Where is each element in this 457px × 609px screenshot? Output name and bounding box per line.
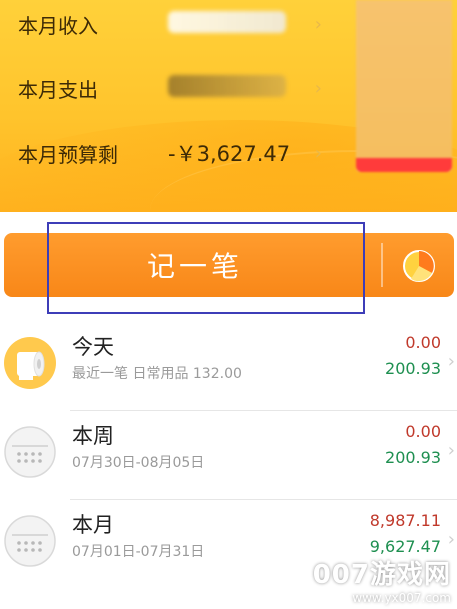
calendar-icon (4, 426, 56, 478)
list-item-week[interactable]: 本周 07月30日-08月05日 0.00 200.93 › (0, 412, 457, 500)
budget-value: -￥3,627.47 (168, 142, 291, 166)
period-subtitle: 最近一笔 日常用品 132.00 (72, 366, 242, 382)
budget-progress-fill (356, 158, 452, 172)
calendar-icon (4, 515, 56, 567)
selection-highlight (47, 222, 365, 314)
chevron-right-icon: › (314, 14, 322, 35)
budget-label: 本月预算剩 (18, 142, 118, 167)
income-value-redacted (168, 10, 328, 38)
period-subtitle: 07月30日-08月05日 (72, 455, 205, 471)
watermark-url: www.yx007.com (352, 591, 451, 605)
expense-value-redacted (168, 74, 328, 102)
expense-amount: 0.00 (405, 422, 441, 441)
income-label: 本月收入 (18, 13, 98, 38)
toilet-paper-icon (4, 337, 56, 389)
income-amount: 200.93 (385, 448, 441, 467)
chevron-right-icon: › (447, 351, 455, 372)
expense-label: 本月支出 (18, 77, 98, 102)
chevron-right-icon: › (447, 529, 455, 550)
period-title: 本周 (72, 424, 114, 448)
expense-row[interactable]: 本月支出 › (18, 68, 328, 108)
list-item-today[interactable]: 今天 最近一笔 日常用品 132.00 0.00 200.93 › (0, 323, 457, 411)
budget-progress-bar (356, 0, 452, 172)
income-row[interactable]: 本月收入 › (18, 4, 328, 44)
budget-row[interactable]: 本月预算剩 -￥3,627.47 › (18, 133, 328, 173)
period-title: 本月 (72, 513, 114, 537)
expense-amount: 8,987.11 (369, 511, 441, 530)
expense-amount: 0.00 (405, 333, 441, 352)
period-subtitle: 07月01日-07月31日 (72, 544, 205, 560)
chevron-right-icon: › (447, 440, 455, 461)
site-watermark: 007游戏网 www.yx007.com (313, 554, 451, 605)
watermark-title: 007游戏网 (312, 560, 451, 590)
summary-header: 本月收入 › 本月支出 › 本月预算剩 -￥3,627.47 › (0, 0, 457, 212)
chevron-right-icon: › (314, 78, 322, 99)
period-title: 今天 (72, 335, 114, 359)
chevron-right-icon: › (314, 143, 322, 164)
income-amount: 200.93 (385, 359, 441, 378)
pie-chart-icon[interactable] (402, 249, 436, 283)
